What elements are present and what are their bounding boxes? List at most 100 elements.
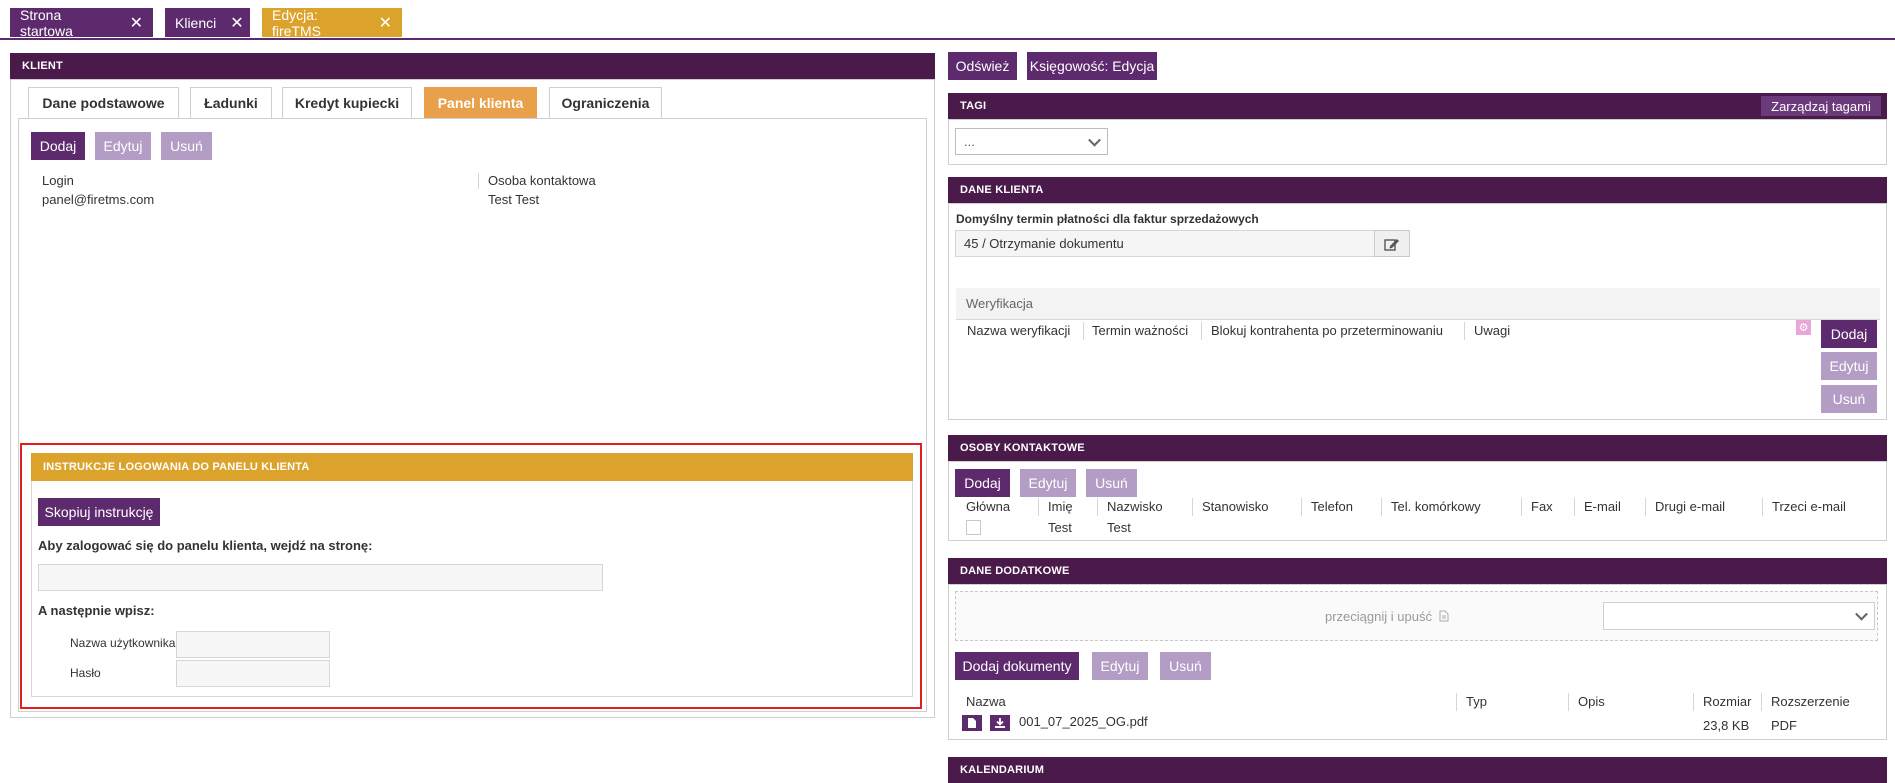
top-tab-label: Edycja: fireTMS	[272, 6, 321, 39]
close-icon[interactable]: ✕	[230, 13, 243, 33]
chevron-down-icon	[1088, 133, 1101, 147]
document-icon	[968, 718, 976, 728]
client-section-header: KLIENT	[10, 53, 935, 79]
username-label: Nazwa użytkownika	[70, 636, 176, 650]
column-divider	[1693, 693, 1694, 711]
contact-first-name: Test	[1048, 520, 1072, 535]
delete-contact-button[interactable]: Usuń	[1086, 469, 1137, 497]
tab-trade-credit[interactable]: Kredyt kupiecki	[282, 87, 412, 118]
refresh-button[interactable]: Odśwież	[948, 52, 1017, 80]
column-divider	[1192, 498, 1193, 516]
then-enter-text: A następnie wpisz:	[38, 603, 155, 618]
add-verification-button[interactable]: Dodaj	[1821, 320, 1877, 348]
column-divider	[1761, 693, 1762, 711]
login-label: Login	[42, 173, 74, 188]
document-type-select[interactable]	[1603, 602, 1875, 630]
delete-document-button[interactable]: Usuń	[1160, 652, 1211, 680]
password-label: Hasło	[70, 666, 101, 680]
tab-loads[interactable]: Ładunki	[190, 87, 272, 118]
close-icon[interactable]: ✕	[379, 13, 392, 33]
file-name[interactable]: 001_07_2025_OG.pdf	[1019, 714, 1148, 729]
column-header: Uwagi	[1474, 323, 1511, 338]
username-field[interactable]	[176, 631, 330, 658]
payment-term-field: 45 / Otrzymanie dokumentu	[955, 230, 1375, 257]
column-divider	[1464, 322, 1465, 340]
payment-term-label: Domyślny termin płatności dla faktur spr…	[956, 212, 1259, 226]
top-tab-clients[interactable]: Klienci ✕	[165, 8, 250, 37]
tags-select[interactable]: ...	[955, 128, 1108, 155]
contacts-section-header: OSOBY KONTAKTOWE	[948, 435, 1887, 461]
manage-tags-button[interactable]: Zarządzaj tagami	[1761, 96, 1881, 116]
section-title: INSTRUKCJE LOGOWANIA DO PANELU KLIENTA	[43, 461, 310, 473]
extra-data-section-header: DANE DODATKOWE	[948, 558, 1887, 584]
gear-icon[interactable]: ⚙	[1796, 320, 1811, 335]
tab-restrictions[interactable]: Ograniczenia	[549, 87, 662, 118]
section-title: OSOBY KONTAKTOWE	[960, 442, 1085, 454]
column-divider	[1762, 498, 1763, 516]
accounting-edit-button[interactable]: Księgowość: Edycja	[1027, 52, 1157, 80]
edit-verification-button[interactable]: Edytuj	[1821, 352, 1877, 380]
login-value: panel@firetms.com	[42, 192, 155, 207]
tags-section-header: TAGI	[948, 93, 1887, 119]
section-title: DANE KLIENTA	[960, 184, 1044, 196]
edit-contact-button[interactable]: Edytuj	[1020, 469, 1076, 497]
column-divider	[1568, 693, 1569, 711]
column-header: Rozszerzenie	[1771, 694, 1850, 709]
contact-person-value: Test Test	[488, 192, 540, 207]
edit-payment-term-button[interactable]	[1374, 230, 1410, 257]
edit-button[interactable]: Edytuj	[95, 132, 151, 160]
edit-document-button[interactable]: Edytuj	[1092, 652, 1148, 680]
add-documents-button[interactable]: Dodaj dokumenty	[955, 652, 1079, 680]
copy-instructions-button[interactable]: Skopiuj instrukcję	[38, 498, 160, 526]
file-size: 23,8 KB	[1703, 718, 1750, 733]
add-button[interactable]: Dodaj	[31, 132, 85, 160]
column-divider	[1038, 498, 1039, 516]
section-title: TAGI	[960, 100, 987, 112]
column-header: Tel. komórkowy	[1391, 499, 1481, 514]
delete-button[interactable]: Usuń	[161, 132, 212, 160]
top-tab-edit-firetms[interactable]: Edycja: fireTMS ✕	[262, 6, 402, 39]
column-header: Opis	[1578, 694, 1605, 709]
document-icon	[1439, 610, 1449, 622]
column-header: Termin ważności	[1092, 323, 1189, 338]
password-field[interactable]	[176, 660, 330, 687]
tab-basic-data[interactable]: Dane podstawowe	[28, 87, 179, 118]
panel-url-field[interactable]	[38, 564, 603, 591]
column-header: Trzeci e-mail	[1772, 499, 1846, 514]
file-preview-icon[interactable]	[962, 715, 982, 731]
tags-select-value: ...	[964, 134, 975, 149]
contact-last-name: Test	[1107, 520, 1131, 535]
section-title: KLIENT	[22, 60, 63, 72]
column-header: Drugi e-mail	[1655, 499, 1726, 514]
column-divider	[478, 173, 479, 189]
top-tab-label: Strona startowa	[20, 6, 73, 39]
file-extension: PDF	[1771, 718, 1797, 733]
login-instructions-header: INSTRUKCJE LOGOWANIA DO PANELU KLIENTA	[31, 453, 913, 481]
column-header: Nazwisko	[1107, 499, 1163, 514]
delete-verification-button[interactable]: Usuń	[1821, 385, 1877, 413]
top-tab-start-page[interactable]: Strona startowa ✕	[10, 6, 153, 39]
primary-contact-checkbox[interactable]	[966, 520, 981, 535]
column-header: Nazwa	[966, 694, 1006, 709]
column-header: Typ	[1466, 694, 1487, 709]
column-header: Nazwa weryfikacji	[967, 323, 1071, 338]
column-header: Rozmiar	[1703, 694, 1752, 709]
column-header: Telefon	[1311, 499, 1353, 514]
column-divider	[1097, 498, 1098, 516]
column-header: E-mail	[1584, 499, 1621, 514]
dropzone-text: przeciągnij i upuść	[1325, 609, 1449, 624]
column-header: Fax	[1531, 499, 1553, 514]
edit-icon	[1384, 238, 1399, 251]
go-to-page-text: Aby zalogować się do panelu klienta, wej…	[38, 538, 373, 553]
column-header: Imię	[1048, 499, 1073, 514]
section-title: KALENDARIUM	[960, 764, 1045, 776]
payment-term-value: 45 / Otrzymanie dokumentu	[964, 236, 1124, 251]
column-divider	[1456, 693, 1457, 711]
add-contact-button[interactable]: Dodaj	[955, 469, 1010, 497]
column-divider	[1083, 322, 1084, 340]
file-download-icon[interactable]	[990, 715, 1010, 731]
close-icon[interactable]: ✕	[130, 13, 143, 33]
column-divider	[1381, 498, 1382, 516]
verification-title: Weryfikacja	[966, 296, 1033, 311]
tab-client-panel[interactable]: Panel klienta	[424, 87, 537, 118]
